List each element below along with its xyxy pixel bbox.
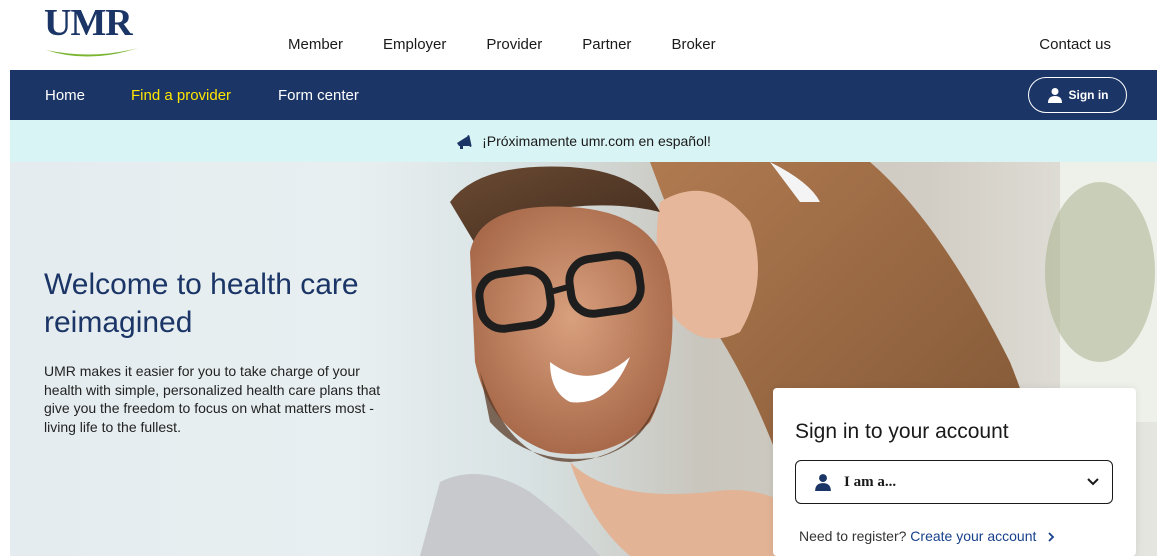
- nav-home[interactable]: Home: [45, 87, 85, 104]
- nav-provider[interactable]: Provider: [486, 36, 542, 53]
- person-icon: [1047, 88, 1062, 103]
- megaphone-icon: [457, 135, 472, 149]
- nav-member[interactable]: Member: [288, 36, 343, 53]
- create-account-link[interactable]: Create your account: [910, 528, 1056, 544]
- chevron-right-icon: [1048, 532, 1055, 542]
- contact-us-link[interactable]: Contact us: [1039, 36, 1111, 53]
- announcement-banner: ¡Próximamente umr.com en español!: [10, 120, 1157, 162]
- logo-swoosh-icon: [46, 48, 138, 57]
- hero-title: Welcome to health care reimagined: [44, 268, 359, 339]
- main-nav: Home Find a provider Form center Sign in: [10, 70, 1157, 120]
- role-select-value: I am a...: [844, 473, 897, 490]
- hero-section: Welcome to health care reimagined UMR ma…: [10, 162, 1157, 556]
- audience-nav: Member Employer Provider Partner Broker: [288, 36, 756, 53]
- nav-find-a-provider[interactable]: Find a provider: [131, 87, 231, 104]
- nav-broker[interactable]: Broker: [671, 36, 715, 53]
- nav-partner[interactable]: Partner: [582, 36, 631, 53]
- nav-employer[interactable]: Employer: [383, 36, 446, 53]
- signin-card: Sign in to your account I am a... Need t…: [773, 388, 1136, 556]
- register-line: Need to register? Create your account: [799, 528, 1056, 544]
- person-icon: [815, 474, 831, 491]
- hero-description: UMR makes it easier for you to take char…: [44, 363, 381, 435]
- register-prompt: Need to register?: [799, 528, 907, 544]
- chevron-down-icon: [1087, 478, 1099, 486]
- sign-in-label: Sign in: [1068, 88, 1109, 102]
- umr-logo[interactable]: UMR: [44, 4, 144, 62]
- top-header: UMR Member Employer Provider Partner Bro…: [0, 0, 1157, 70]
- announcement-text: ¡Próximamente umr.com en español!: [482, 133, 711, 149]
- signin-card-title: Sign in to your account: [795, 420, 1009, 443]
- create-account-label: Create your account: [910, 528, 1037, 544]
- role-select[interactable]: I am a...: [795, 460, 1113, 504]
- nav-form-center[interactable]: Form center: [278, 87, 359, 104]
- sign-in-button[interactable]: Sign in: [1028, 77, 1127, 113]
